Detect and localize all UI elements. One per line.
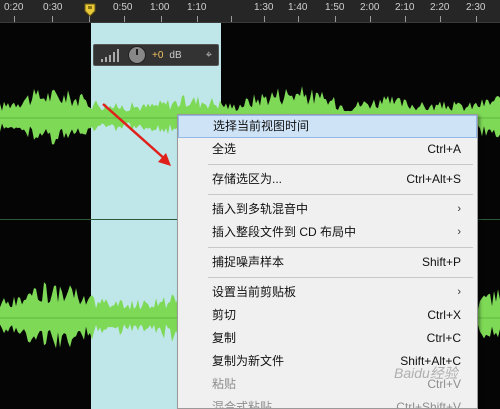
menu-item-shortcut: Ctrl+C: [426, 331, 461, 345]
menu-separator: [208, 247, 473, 248]
submenu-arrow-icon: ›: [457, 286, 461, 298]
menu-item-shortcut: Ctrl+X: [427, 308, 461, 322]
watermark: Baidu经验: [394, 365, 458, 381]
menu-item-label: 剪切: [212, 308, 237, 322]
menu-item[interactable]: 插入整段文件到 CD 布局中 ›: [178, 221, 477, 244]
menu-item-shortcut: Ctrl+A: [427, 142, 461, 156]
menu-item[interactable]: 捕捉噪声样本 Shift+P: [178, 251, 477, 274]
menu-item[interactable]: 存储选区为... Ctrl+Alt+S: [178, 168, 477, 191]
menu-item-label: 复制: [212, 331, 237, 345]
menu-separator: [208, 277, 473, 278]
menu-item[interactable]: 选择当前视图时间: [178, 115, 477, 138]
menu-item-label: 插入到多轨混音中: [212, 202, 309, 216]
menu-item-shortcut: Ctrl+Shift+V: [396, 400, 461, 409]
menu-item[interactable]: 全选 Ctrl+A: [178, 138, 477, 161]
menu-item[interactable]: 剪切 Ctrl+X: [178, 304, 477, 327]
menu-item[interactable]: 插入到多轨混音中 ›: [178, 198, 477, 221]
menu-item-label: 设置当前剪贴板: [212, 285, 297, 299]
menu-separator: [208, 164, 473, 165]
menu-item[interactable]: 复制 Ctrl+C: [178, 327, 477, 350]
submenu-arrow-icon: ›: [457, 226, 461, 238]
menu-item-label: 混合式粘贴...: [212, 400, 283, 409]
menu-item-label: 复制为新文件: [212, 354, 285, 368]
menu-item-label: 存储选区为...: [212, 172, 283, 186]
menu-item-label: 捕捉噪声样本: [212, 255, 285, 269]
submenu-arrow-icon: ›: [457, 203, 461, 215]
menu-item-label: 选择当前视图时间: [213, 119, 310, 133]
menu-separator: [208, 194, 473, 195]
menu-item[interactable]: 设置当前剪贴板 ›: [178, 281, 477, 304]
menu-item-label: 插入整段文件到 CD 布局中: [212, 225, 357, 239]
menu-item: 混合式粘贴... Ctrl+Shift+V: [178, 396, 477, 409]
menu-item-shortcut: Shift+P: [421, 255, 461, 269]
menu-item-label: 全选: [212, 142, 237, 156]
menu-item-shortcut: Ctrl+Alt+S: [406, 172, 461, 186]
